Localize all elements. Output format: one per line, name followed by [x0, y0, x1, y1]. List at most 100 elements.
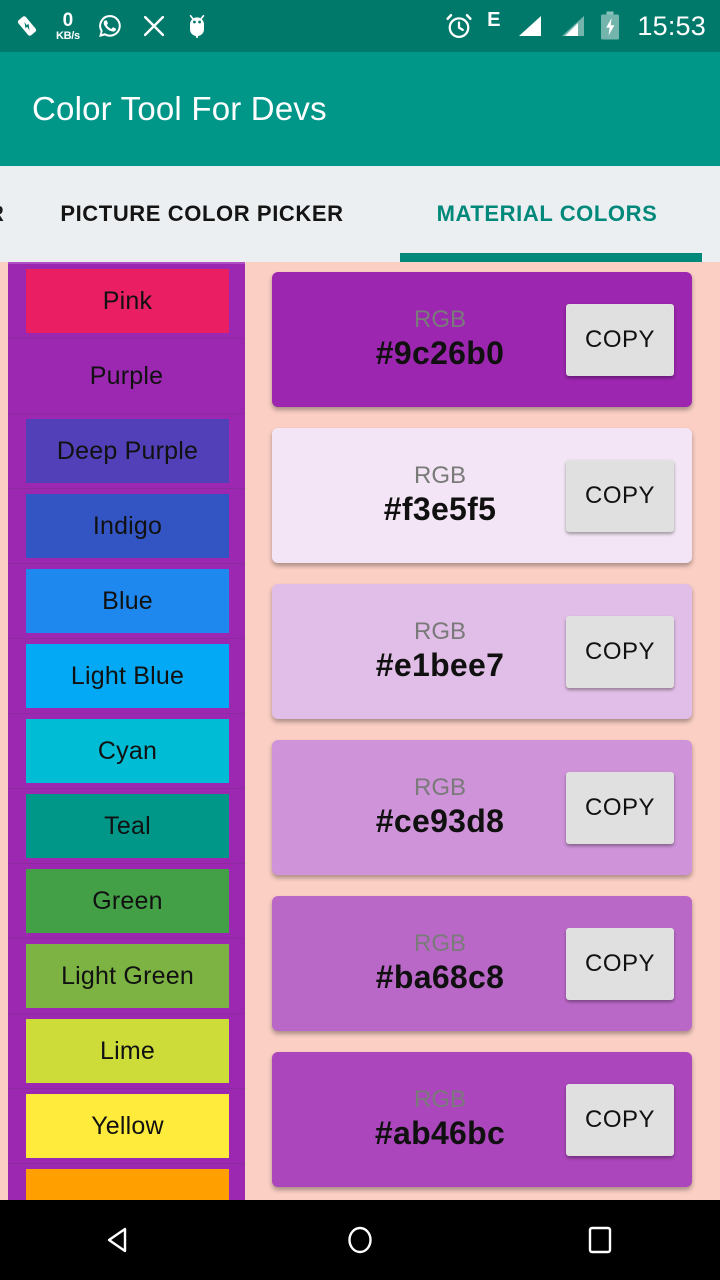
color-family-item[interactable]: Pink — [8, 264, 245, 339]
shade-rgb-label: RGB — [413, 617, 466, 645]
color-family-item[interactable]: Light Blue — [8, 639, 245, 714]
color-family-item[interactable]: Blue — [8, 564, 245, 639]
shade-card[interactable]: RGB #ab46bc COPY — [272, 1052, 692, 1187]
color-family-label: Teal — [104, 811, 151, 840]
status-bar: 0 KB/s E 15:53 — [0, 0, 720, 52]
copy-button[interactable]: COPY — [566, 927, 674, 1000]
android-navigation-bar[interactable] — [0, 1200, 720, 1280]
color-family-label: Pink — [102, 286, 153, 315]
color-family-swatch: Blue — [26, 569, 229, 633]
color-family-item[interactable]: Lime — [8, 1014, 245, 1089]
copy-button[interactable]: COPY — [566, 459, 674, 532]
color-family-item[interactable]: Cyan — [8, 714, 245, 789]
shade-rgb-label: RGB — [413, 773, 466, 801]
tab-material-colors-label: MATERIAL COLORS — [436, 201, 658, 226]
color-family-label: Deep Purple — [56, 436, 199, 465]
color-family-item[interactable]: Light Green — [8, 939, 245, 1014]
color-family-label: Blue — [102, 586, 153, 615]
whatsapp-icon — [96, 12, 124, 40]
battery-charging-icon — [599, 11, 621, 41]
color-family-item[interactable]: Yellow — [8, 1089, 245, 1164]
color-family-label: Purple — [89, 361, 164, 390]
home-icon[interactable] — [300, 1200, 420, 1280]
android-debug-icon — [184, 12, 210, 40]
shade-hex-value: #9c26b0 — [375, 335, 505, 372]
shade-card-list[interactable]: RGB #9c26b0 COPY RGB #f3e5f5 COPY RGB #e1bee7 CO… — [262, 262, 702, 1200]
status-bar-right-icons: E 15:53 — [444, 9, 706, 42]
color-family-swatch: Green — [26, 869, 229, 933]
shade-rgb-label: RGB — [413, 305, 466, 333]
color-family-label: Cyan — [97, 736, 158, 765]
content-area: Pink Purple Deep Purple Indigo Blue Light Blu… — [0, 262, 720, 1200]
color-family-item[interactable]: Purple — [8, 339, 245, 414]
shade-card[interactable]: RGB #9c26b0 COPY — [272, 272, 692, 407]
color-family-swatch: Yellow — [26, 1094, 229, 1158]
shade-hex-value: #ce93d8 — [375, 803, 505, 840]
tab-previous-partial[interactable]: R — [0, 166, 12, 262]
color-family-list[interactable]: Pink Purple Deep Purple Indigo Blue Light Blu… — [8, 262, 245, 1200]
tab-picture-color-picker[interactable]: PICTURE COLOR PICKER — [12, 166, 392, 262]
copy-button[interactable]: COPY — [566, 771, 674, 844]
app-screen: 0 KB/s E 15:53 Color Tool For Devs PICTU… — [0, 0, 720, 1280]
network-speed-value: 0 — [62, 9, 74, 31]
copy-button[interactable]: COPY — [566, 1083, 674, 1156]
color-family-swatch: Light Blue — [26, 644, 229, 708]
signal-bars-icon — [513, 12, 543, 40]
shade-card-texts: RGB #ba68c8 — [272, 929, 566, 996]
color-family-item[interactable]: Deep Purple — [8, 414, 245, 489]
color-family-swatch — [26, 1169, 229, 1200]
tab-material-colors[interactable]: MATERIAL COLORS — [392, 166, 702, 262]
shade-card-texts: RGB #f3e5f5 — [272, 461, 566, 528]
shade-hex-value: #ab46bc — [374, 1115, 506, 1152]
color-family-item[interactable]: Teal — [8, 789, 245, 864]
close-icon — [140, 12, 168, 40]
status-bar-left-icons: 0 KB/s — [14, 11, 210, 42]
network-speed-unit: KB/s — [56, 29, 80, 42]
signal-bars-icon — [556, 12, 586, 40]
color-family-swatch: Cyan — [26, 719, 229, 783]
battery-saver-icon — [14, 13, 40, 39]
shade-rgb-label: RGB — [413, 461, 466, 489]
shade-hex-value: #ba68c8 — [375, 959, 505, 996]
status-bar-clock: 15:53 — [637, 10, 706, 41]
color-family-label: Light Green — [61, 961, 194, 990]
shade-hex-value: #e1bee7 — [375, 647, 505, 684]
color-family-swatch: Deep Purple — [26, 419, 229, 483]
shade-rgb-label: RGB — [413, 929, 466, 957]
color-family-item[interactable]: Indigo — [8, 489, 245, 564]
color-family-label: Lime — [100, 1036, 155, 1065]
color-family-swatch: Teal — [26, 794, 229, 858]
tab-bar[interactable]: R PICTURE COLOR PICKER MATERIAL COLORS — [0, 166, 720, 262]
back-icon[interactable] — [60, 1200, 180, 1280]
tab-previous-label: R — [0, 201, 5, 227]
color-family-item[interactable] — [8, 1164, 245, 1200]
copy-button[interactable]: COPY — [566, 615, 674, 688]
app-title: Color Tool For Devs — [32, 90, 327, 127]
shade-card-texts: RGB #ce93d8 — [272, 773, 566, 840]
shade-card-texts: RGB #ab46bc — [272, 1085, 566, 1152]
recents-icon[interactable] — [540, 1200, 660, 1280]
network-speed-icon: 0 KB/s — [56, 11, 80, 42]
copy-button[interactable]: COPY — [566, 303, 674, 376]
shade-card[interactable]: RGB #e1bee7 COPY — [272, 584, 692, 719]
shade-rgb-label: RGB — [413, 1085, 466, 1113]
color-family-swatch: Indigo — [26, 494, 229, 558]
color-family-swatch: Pink — [26, 269, 229, 333]
shade-card[interactable]: RGB #ce93d8 COPY — [272, 740, 692, 875]
color-family-item[interactable]: Green — [8, 864, 245, 939]
color-family-swatch: Purple — [8, 339, 245, 413]
network-type-label: E — [487, 9, 501, 31]
color-family-label: Green — [92, 886, 163, 915]
color-family-swatch: Light Green — [26, 944, 229, 1008]
shade-card[interactable]: RGB #f3e5f5 COPY — [272, 428, 692, 563]
color-family-label: Yellow — [91, 1111, 164, 1140]
app-bar: Color Tool For Devs — [0, 52, 720, 166]
alarm-icon — [444, 11, 474, 41]
color-family-label: Light Blue — [70, 661, 185, 690]
color-family-label: Indigo — [92, 511, 163, 540]
shade-card[interactable]: RGB #ba68c8 COPY — [272, 896, 692, 1031]
shade-card-texts: RGB #e1bee7 — [272, 617, 566, 684]
tab-picture-color-picker-label: PICTURE COLOR PICKER — [60, 201, 344, 226]
shade-card-texts: RGB #9c26b0 — [272, 305, 566, 372]
color-family-swatch: Lime — [26, 1019, 229, 1083]
